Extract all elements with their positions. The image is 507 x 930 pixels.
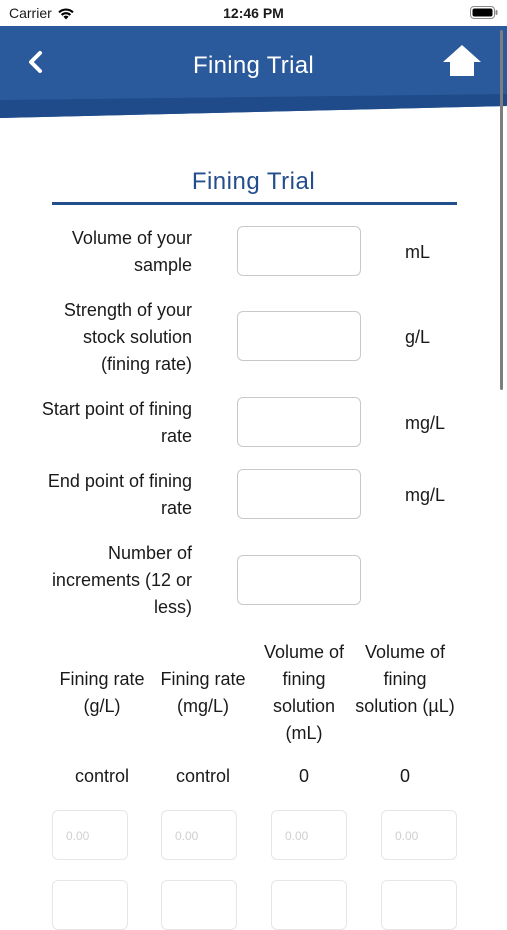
table-cell[interactable]: 0.00	[271, 810, 347, 860]
start-point-input[interactable]	[237, 397, 361, 447]
col-header-rate-gl: Fining rate (g/L)	[59, 669, 145, 716]
end-point-label: End point of fining rate	[47, 471, 192, 518]
col-header-volume-ul: Volume of fining solution (µL)	[355, 642, 455, 716]
control-rate-gl: control	[74, 766, 130, 786]
section-title: Fining Trial	[191, 168, 316, 195]
increments-input[interactable]	[237, 555, 361, 605]
sample-volume-unit: mL	[405, 242, 431, 262]
section-divider	[52, 202, 457, 205]
home-button[interactable]	[440, 43, 484, 79]
control-volume-ml: 0	[298, 766, 309, 786]
start-point-unit: mg/L	[405, 413, 446, 433]
stock-strength-input[interactable]	[237, 311, 361, 361]
navigation-bar: Fining Trial	[0, 26, 507, 118]
start-point-label: Start point of fining rate	[41, 399, 192, 446]
control-volume-ul: 0	[399, 766, 410, 786]
page-title: Fining Trial	[193, 52, 314, 79]
table-cell[interactable]: 0.00	[381, 810, 457, 860]
status-time: 12:46 PM	[223, 5, 284, 21]
end-point-input[interactable]	[237, 469, 361, 519]
control-rate-mgl: control	[175, 766, 231, 786]
status-bar: Carrier 12:46 PM	[0, 0, 507, 26]
home-icon	[443, 45, 481, 76]
increments-label: Number of increments (12 or less)	[51, 543, 192, 617]
battery-icon	[470, 6, 498, 19]
sample-volume-label: Volume of your sample	[71, 228, 192, 275]
scrollbar[interactable]	[500, 30, 503, 390]
col-header-rate-mgl: Fining rate (mg/L)	[160, 669, 246, 716]
table-cell[interactable]	[381, 880, 457, 930]
table-cell[interactable]: 0.00	[52, 810, 128, 860]
table-cell[interactable]	[271, 880, 347, 930]
table-cell[interactable]	[52, 880, 128, 930]
table-cell[interactable]	[161, 880, 237, 930]
table-cell[interactable]: 0.00	[161, 810, 237, 860]
stock-strength-unit: g/L	[405, 327, 431, 347]
sample-volume-input[interactable]	[237, 226, 361, 276]
end-point-unit: mg/L	[405, 485, 446, 505]
stock-strength-label: Strength of your stock solution (fining …	[63, 300, 192, 374]
col-header-volume-ml: Volume of fining solution (mL)	[263, 642, 345, 743]
